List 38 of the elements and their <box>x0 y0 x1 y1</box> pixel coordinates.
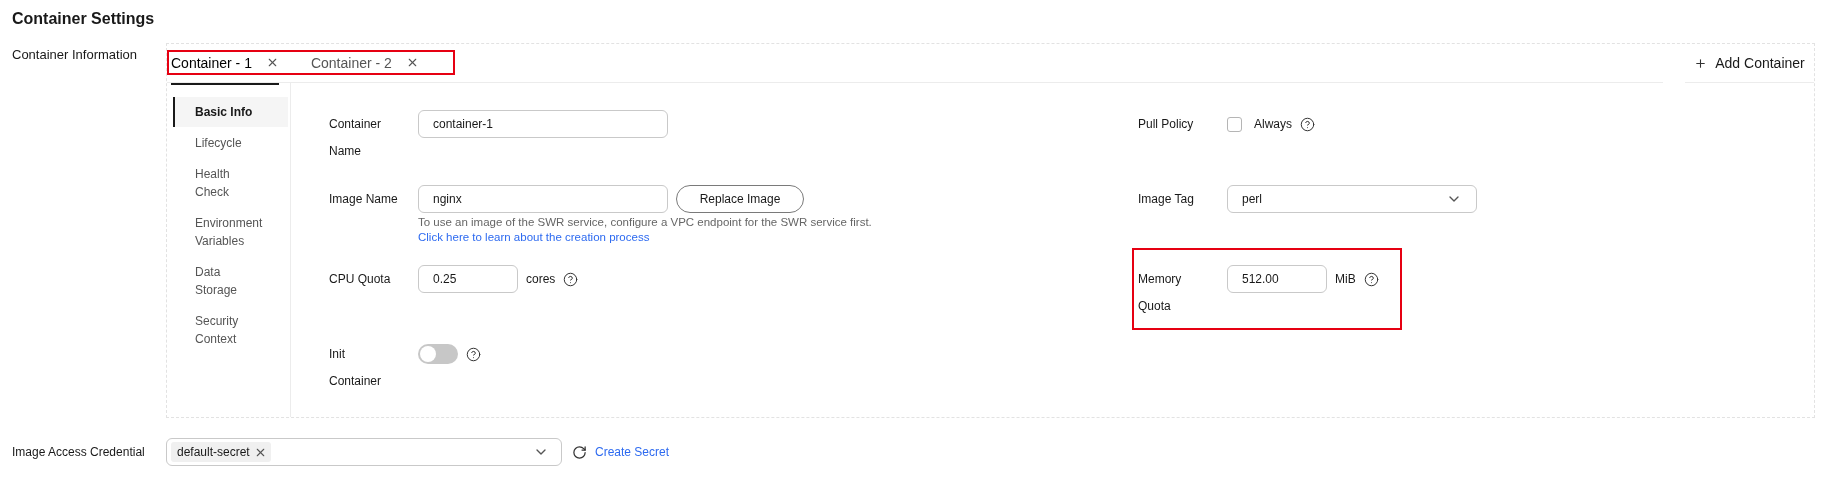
hint-text: To use an image of the SWR service, configure a VPC endpoint for the SWR service first. Click here to learn about the creation process <box>418 215 873 245</box>
help-icon[interactable] <box>1363 271 1379 287</box>
section-title: Container Settings <box>12 9 156 29</box>
field-label: Image Name <box>329 191 399 208</box>
help-icon[interactable] <box>466 346 481 362</box>
field-label: Container Name <box>329 116 383 160</box>
field-label: Memory Quota <box>1138 271 1183 315</box>
field-label: Container Information <box>12 46 138 64</box>
checkbox-label: Always <box>1254 117 1292 131</box>
toggle-switch[interactable] <box>418 344 458 364</box>
text-field[interactable]: container-1 <box>418 110 668 138</box>
create-secret-link[interactable]: Create Secret <box>595 445 670 459</box>
nav-item[interactable]: Data Storage <box>173 257 288 305</box>
field-label: Init Container <box>329 346 383 390</box>
unit-text: cores <box>526 272 556 286</box>
secret-tag: default-secret <box>171 442 271 462</box>
select-field[interactable]: perl <box>1227 185 1477 213</box>
refresh-icon[interactable] <box>572 444 587 460</box>
text-field[interactable]: nginx <box>418 185 668 213</box>
help-icon[interactable] <box>1300 116 1315 132</box>
nav-item[interactable]: Lifecycle <box>173 128 288 158</box>
unit-text: MiB <box>1335 272 1356 286</box>
hint-link[interactable]: Click here to learn about the creation process <box>418 231 650 243</box>
nav-item[interactable]: Health Check <box>173 159 288 207</box>
nav-item[interactable]: Basic Info <box>173 97 288 127</box>
number-field[interactable]: 512.00 <box>1227 265 1327 293</box>
nav-item[interactable]: Environment Variables <box>173 208 288 256</box>
plus-icon <box>1694 56 1708 70</box>
help-icon[interactable] <box>563 271 579 287</box>
replace-image-button[interactable]: Replace Image <box>676 185 804 213</box>
checkbox[interactable] <box>1227 116 1242 132</box>
select-field[interactable]: default-secret <box>166 438 562 466</box>
field-label: Image Tag <box>1138 191 1195 208</box>
field-label: Image Access Credential <box>12 445 146 459</box>
field-label: Pull Policy <box>1138 116 1195 133</box>
nav-item[interactable]: Security Context <box>173 306 288 354</box>
number-field[interactable]: 0.25 <box>418 265 518 293</box>
field-label: CPU Quota <box>329 271 392 288</box>
